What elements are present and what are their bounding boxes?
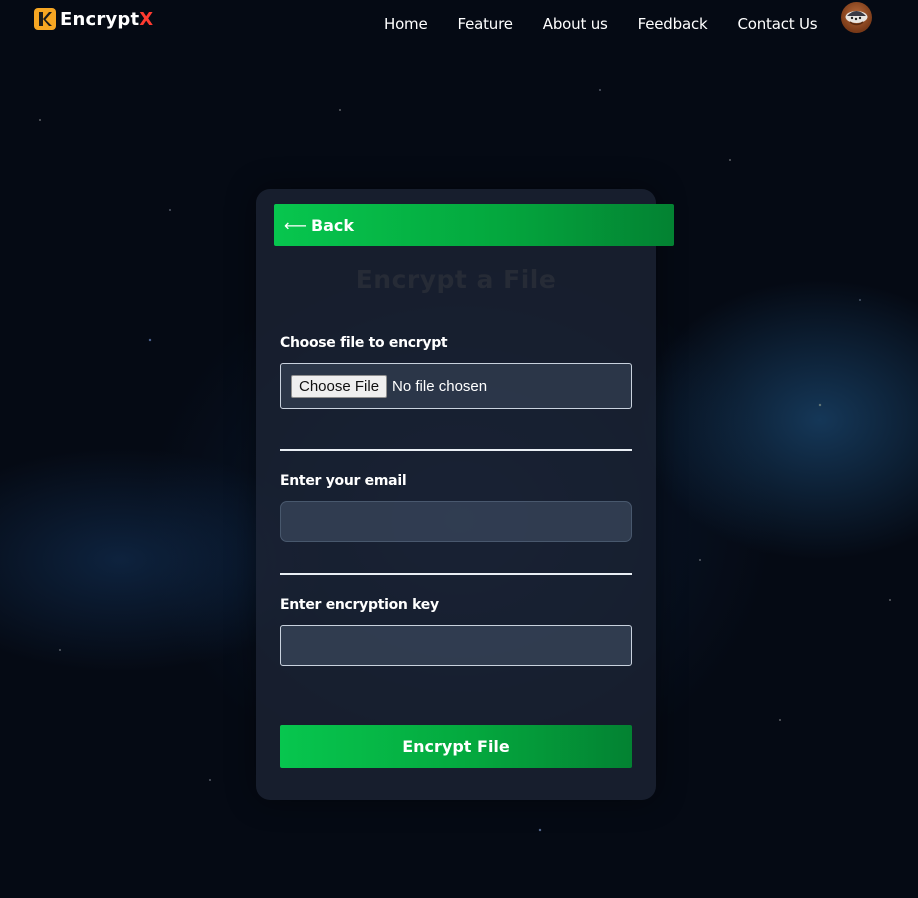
nav-link-about-us[interactable]: About us bbox=[543, 15, 608, 33]
divider bbox=[280, 573, 632, 575]
nav-links: Home Feature About us Feedback Contact U… bbox=[384, 15, 818, 33]
brand-logo[interactable]: EncryptX bbox=[34, 8, 153, 30]
back-button[interactable]: ⟵ Back bbox=[274, 204, 674, 246]
nav-link-contact-us[interactable]: Contact Us bbox=[737, 15, 817, 33]
logo-text: EncryptX bbox=[60, 9, 153, 30]
divider bbox=[280, 449, 632, 451]
logo-text-main: Encrypt bbox=[60, 8, 140, 30]
encryption-key-field[interactable] bbox=[280, 625, 632, 666]
encrypt-file-button[interactable]: Encrypt File bbox=[280, 725, 632, 768]
logo-text-accent: X bbox=[139, 8, 154, 30]
navbar: EncryptX Home Feature About us Feedback … bbox=[0, 0, 918, 50]
choose-file-button[interactable]: Choose File bbox=[291, 374, 388, 398]
file-input[interactable]: Choose File No file chosen bbox=[280, 363, 632, 409]
user-avatar-icon[interactable] bbox=[841, 2, 872, 33]
email-field-label: Enter your email bbox=[280, 473, 407, 489]
nav-link-feedback[interactable]: Feedback bbox=[638, 15, 708, 33]
key-field-label: Enter encryption key bbox=[280, 597, 439, 613]
logo-x-icon bbox=[34, 8, 56, 30]
page-title: Encrypt a File bbox=[355, 265, 557, 294]
arrow-left-icon: ⟵ bbox=[284, 215, 307, 235]
file-status-text: No file chosen bbox=[392, 377, 488, 395]
file-field-label: Choose file to encrypt bbox=[280, 335, 448, 351]
nav-link-feature[interactable]: Feature bbox=[458, 15, 513, 33]
back-button-label: Back bbox=[310, 215, 355, 235]
nav-link-home[interactable]: Home bbox=[384, 15, 428, 33]
encrypt-card: ⟵ Back Encrypt a File Choose file to enc… bbox=[256, 189, 674, 800]
email-field[interactable] bbox=[280, 501, 632, 542]
